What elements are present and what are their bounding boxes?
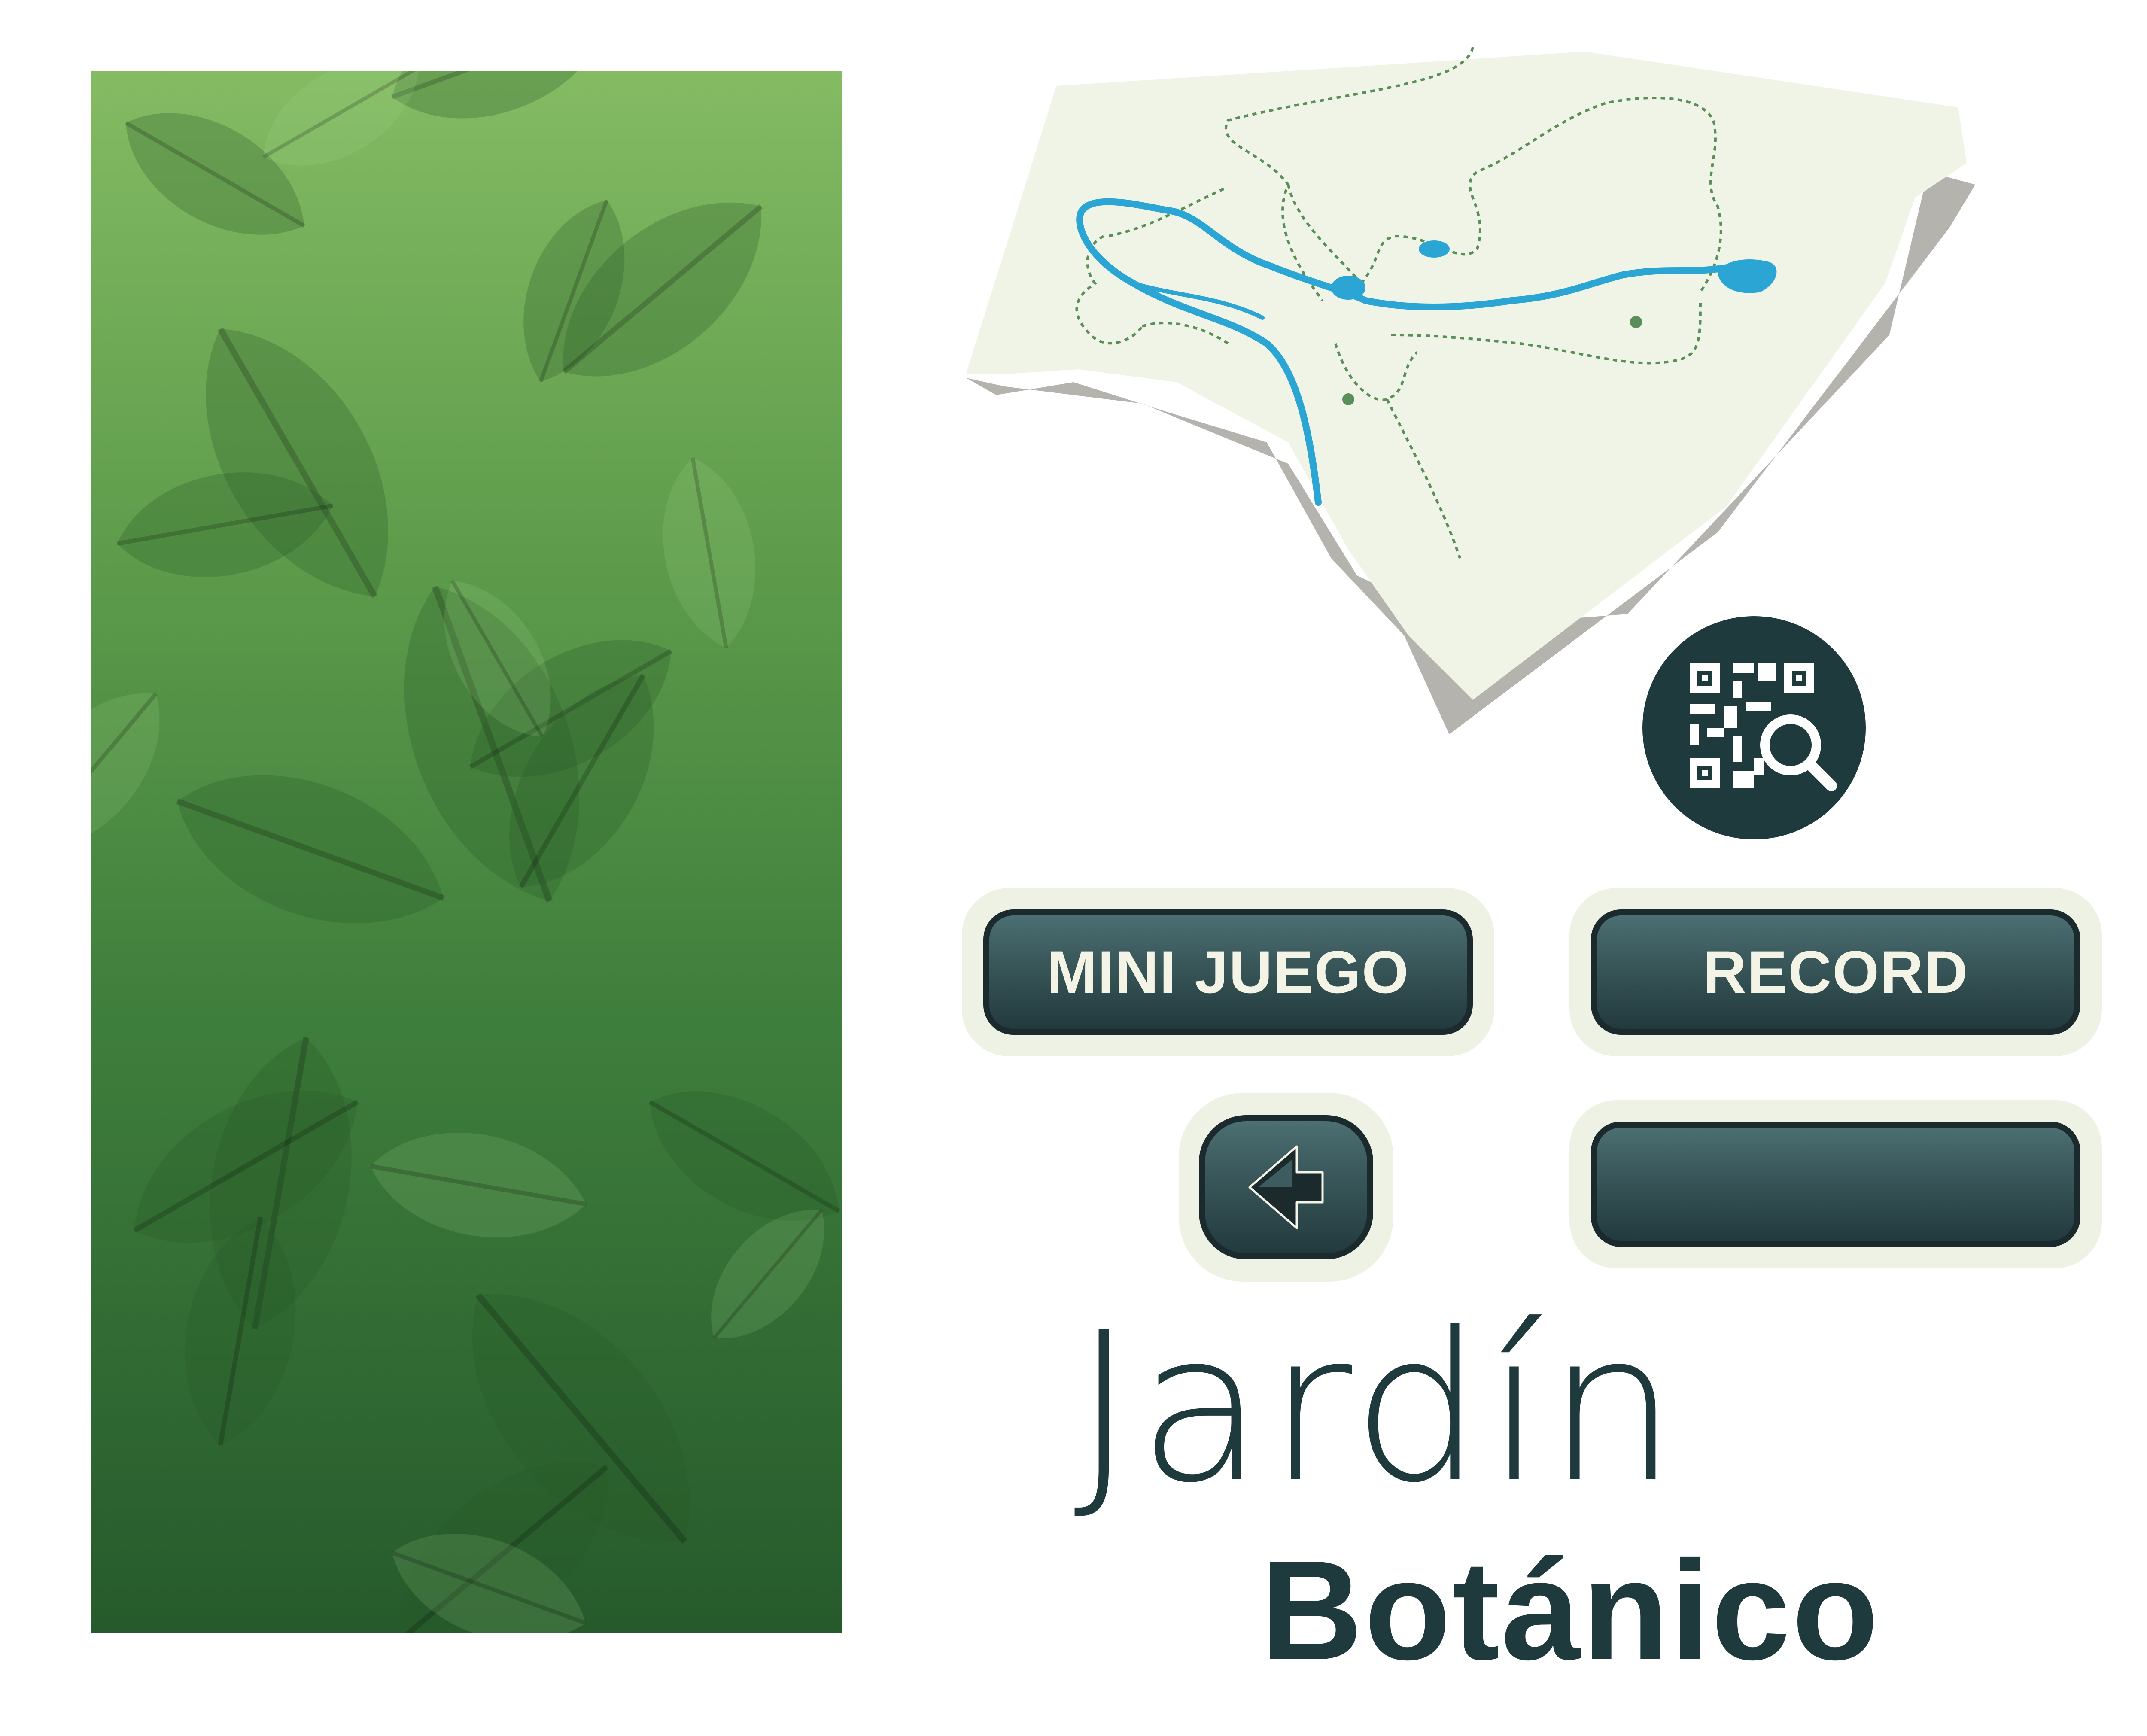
arrow-left-icon bbox=[1248, 1145, 1324, 1229]
leaf-background-panel bbox=[91, 71, 842, 1633]
leaf-pattern bbox=[91, 71, 842, 1633]
record-button[interactable]: RECORD bbox=[1591, 909, 2080, 1035]
qr-scan-button[interactable] bbox=[1642, 616, 1866, 839]
title-line-1: Jardín bbox=[1074, 1288, 1681, 1528]
qr-scan-icon bbox=[1690, 663, 1837, 791]
mini-game-button[interactable]: MINI JUEGO bbox=[983, 909, 1473, 1035]
title-line-2: Botánico bbox=[1260, 1531, 1880, 1689]
back-button[interactable] bbox=[1199, 1115, 1373, 1259]
blank-button[interactable] bbox=[1591, 1122, 2080, 1247]
